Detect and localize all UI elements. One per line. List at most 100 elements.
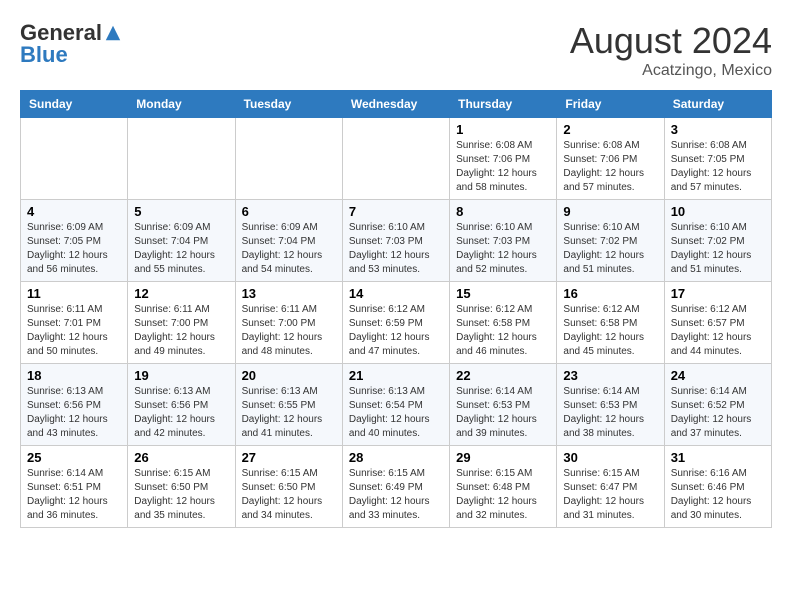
day-number: 18 xyxy=(27,368,121,383)
day-number: 15 xyxy=(456,286,550,301)
weekday-header-tuesday: Tuesday xyxy=(235,91,342,118)
weekday-header-thursday: Thursday xyxy=(450,91,557,118)
day-number: 31 xyxy=(671,450,765,465)
day-number: 27 xyxy=(242,450,336,465)
calendar-body: 1Sunrise: 6:08 AMSunset: 7:06 PMDaylight… xyxy=(21,118,772,528)
empty-day-cell xyxy=(128,118,235,200)
day-number: 12 xyxy=(134,286,228,301)
day-info: Sunrise: 6:12 AMSunset: 6:57 PMDaylight:… xyxy=(671,303,765,359)
day-number: 17 xyxy=(671,286,765,301)
calendar-day-19: 19 Sunrise: 6:13 AMSunset: 6:56 PMDayligh… xyxy=(128,364,235,446)
title-section: August 2024 Acatzingo, Mexico xyxy=(570,20,772,80)
day-number: 22 xyxy=(456,368,550,383)
calendar-day-5: 5 Sunrise: 6:09 AMSunset: 7:04 PMDaylight… xyxy=(128,200,235,282)
day-info: Sunrise: 6:10 AMSunset: 7:02 PMDaylight:… xyxy=(563,221,657,277)
day-number: 5 xyxy=(134,204,228,219)
calendar-day-8: 8 Sunrise: 6:10 AMSunset: 7:03 PMDaylight… xyxy=(450,200,557,282)
day-info: Sunrise: 6:14 AMSunset: 6:52 PMDaylight:… xyxy=(671,385,765,441)
calendar-day-30: 30 Sunrise: 6:15 AMSunset: 6:47 PMDayligh… xyxy=(557,446,664,528)
calendar-day-2: 2Sunrise: 6:08 AMSunset: 7:06 PMDaylight… xyxy=(557,118,664,200)
day-info: Sunrise: 6:16 AMSunset: 6:46 PMDaylight:… xyxy=(671,467,765,523)
month-year-title: August 2024 xyxy=(570,20,772,62)
day-info: Sunrise: 6:10 AMSunset: 7:03 PMDaylight:… xyxy=(349,221,443,277)
day-number: 2 xyxy=(563,122,657,137)
calendar-day-26: 26 Sunrise: 6:15 AMSunset: 6:50 PMDayligh… xyxy=(128,446,235,528)
calendar-table: SundayMondayTuesdayWednesdayThursdayFrid… xyxy=(20,90,772,528)
calendar-day-22: 22 Sunrise: 6:14 AMSunset: 6:53 PMDayligh… xyxy=(450,364,557,446)
calendar-day-17: 17 Sunrise: 6:12 AMSunset: 6:57 PMDayligh… xyxy=(664,282,771,364)
calendar-day-16: 16 Sunrise: 6:12 AMSunset: 6:58 PMDayligh… xyxy=(557,282,664,364)
day-info: Sunrise: 6:12 AMSunset: 6:59 PMDaylight:… xyxy=(349,303,443,359)
empty-day-cell xyxy=(21,118,128,200)
day-info: Sunrise: 6:12 AMSunset: 6:58 PMDaylight:… xyxy=(563,303,657,359)
day-number: 28 xyxy=(349,450,443,465)
calendar-week-row: 1Sunrise: 6:08 AMSunset: 7:06 PMDaylight… xyxy=(21,118,772,200)
day-number: 30 xyxy=(563,450,657,465)
weekday-header-saturday: Saturday xyxy=(664,91,771,118)
calendar-day-18: 18 Sunrise: 6:13 AMSunset: 6:56 PMDayligh… xyxy=(21,364,128,446)
calendar-day-27: 27Sunrise: 6:15 AMSunset: 6:50 PMDayligh… xyxy=(235,446,342,528)
calendar-day-14: 14Sunrise: 6:12 AMSunset: 6:59 PMDayligh… xyxy=(342,282,449,364)
day-number: 26 xyxy=(134,450,228,465)
calendar-week-row: 11Sunrise: 6:11 AMSunset: 7:01 PMDayligh… xyxy=(21,282,772,364)
day-info: Sunrise: 6:14 AMSunset: 6:53 PMDaylight:… xyxy=(456,385,550,441)
calendar-day-3: 3Sunrise: 6:08 AMSunset: 7:05 PMDaylight… xyxy=(664,118,771,200)
logo: General Blue xyxy=(20,20,122,68)
empty-day-cell xyxy=(342,118,449,200)
calendar-day-9: 9Sunrise: 6:10 AMSunset: 7:02 PMDaylight… xyxy=(557,200,664,282)
day-info: Sunrise: 6:10 AMSunset: 7:02 PMDaylight:… xyxy=(671,221,765,277)
day-info: Sunrise: 6:15 AMSunset: 6:47 PMDaylight:… xyxy=(563,467,657,523)
calendar-header: SundayMondayTuesdayWednesdayThursdayFrid… xyxy=(21,91,772,118)
calendar-day-29: 29 Sunrise: 6:15 AMSunset: 6:48 PMDayligh… xyxy=(450,446,557,528)
day-number: 16 xyxy=(563,286,657,301)
day-number: 4 xyxy=(27,204,121,219)
day-info: Sunrise: 6:14 AMSunset: 6:51 PMDaylight:… xyxy=(27,467,121,523)
day-info: Sunrise: 6:09 AMSunset: 7:04 PMDaylight:… xyxy=(242,221,336,277)
logo-blue-text: Blue xyxy=(20,42,68,68)
day-info: Sunrise: 6:12 AMSunset: 6:58 PMDaylight:… xyxy=(456,303,550,359)
day-info: Sunrise: 6:15 AMSunset: 6:50 PMDaylight:… xyxy=(134,467,228,523)
calendar-day-31: 31 Sunrise: 6:16 AMSunset: 6:46 PMDayligh… xyxy=(664,446,771,528)
day-number: 21 xyxy=(349,368,443,383)
day-number: 24 xyxy=(671,368,765,383)
day-number: 19 xyxy=(134,368,228,383)
calendar-day-4: 4 Sunrise: 6:09 AMSunset: 7:05 PMDaylight… xyxy=(21,200,128,282)
calendar-day-15: 15 Sunrise: 6:12 AMSunset: 6:58 PMDayligh… xyxy=(450,282,557,364)
calendar-day-6: 6 Sunrise: 6:09 AMSunset: 7:04 PMDaylight… xyxy=(235,200,342,282)
calendar-day-1: 1Sunrise: 6:08 AMSunset: 7:06 PMDaylight… xyxy=(450,118,557,200)
day-number: 23 xyxy=(563,368,657,383)
day-info: Sunrise: 6:13 AMSunset: 6:56 PMDaylight:… xyxy=(27,385,121,441)
calendar-day-13: 13Sunrise: 6:11 AMSunset: 7:00 PMDayligh… xyxy=(235,282,342,364)
calendar-day-21: 21 Sunrise: 6:13 AMSunset: 6:54 PMDayligh… xyxy=(342,364,449,446)
day-info: Sunrise: 6:15 AMSunset: 6:49 PMDaylight:… xyxy=(349,467,443,523)
day-info: Sunrise: 6:13 AMSunset: 6:56 PMDaylight:… xyxy=(134,385,228,441)
day-number: 11 xyxy=(27,286,121,301)
calendar-day-10: 10 Sunrise: 6:10 AMSunset: 7:02 PMDayligh… xyxy=(664,200,771,282)
calendar-day-7: 7 Sunrise: 6:10 AMSunset: 7:03 PMDaylight… xyxy=(342,200,449,282)
day-number: 25 xyxy=(27,450,121,465)
day-number: 29 xyxy=(456,450,550,465)
day-info: Sunrise: 6:11 AMSunset: 7:00 PMDaylight:… xyxy=(242,303,336,359)
day-info: Sunrise: 6:13 AMSunset: 6:54 PMDaylight:… xyxy=(349,385,443,441)
day-info: Sunrise: 6:15 AMSunset: 6:48 PMDaylight:… xyxy=(456,467,550,523)
day-info: Sunrise: 6:09 AMSunset: 7:04 PMDaylight:… xyxy=(134,221,228,277)
calendar-day-11: 11Sunrise: 6:11 AMSunset: 7:01 PMDayligh… xyxy=(21,282,128,364)
day-info: Sunrise: 6:08 AMSunset: 7:06 PMDaylight:… xyxy=(456,139,550,195)
day-number: 7 xyxy=(349,204,443,219)
logo-icon xyxy=(104,24,122,42)
day-info: Sunrise: 6:09 AMSunset: 7:05 PMDaylight:… xyxy=(27,221,121,277)
day-info: Sunrise: 6:08 AMSunset: 7:05 PMDaylight:… xyxy=(671,139,765,195)
day-number: 20 xyxy=(242,368,336,383)
empty-day-cell xyxy=(235,118,342,200)
page-header: General Blue August 2024 Acatzingo, Mexi… xyxy=(20,20,772,80)
day-info: Sunrise: 6:10 AMSunset: 7:03 PMDaylight:… xyxy=(456,221,550,277)
calendar-week-row: 4 Sunrise: 6:09 AMSunset: 7:05 PMDaylight… xyxy=(21,200,772,282)
calendar-day-23: 23Sunrise: 6:14 AMSunset: 6:53 PMDayligh… xyxy=(557,364,664,446)
weekday-header-monday: Monday xyxy=(128,91,235,118)
calendar-day-20: 20Sunrise: 6:13 AMSunset: 6:55 PMDayligh… xyxy=(235,364,342,446)
day-number: 6 xyxy=(242,204,336,219)
weekday-header-friday: Friday xyxy=(557,91,664,118)
day-number: 10 xyxy=(671,204,765,219)
weekday-header-wednesday: Wednesday xyxy=(342,91,449,118)
day-number: 8 xyxy=(456,204,550,219)
